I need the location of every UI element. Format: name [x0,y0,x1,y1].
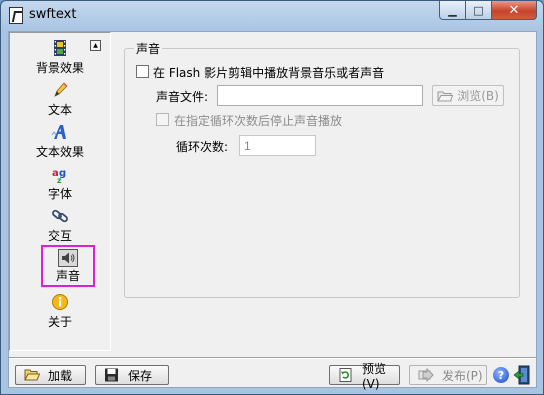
stop-after-loops-label: 在指定循环次数后停止声音播放 [174,114,343,128]
pencil-icon [51,81,69,99]
text-effect-icon [51,123,69,141]
stop-after-loops-checkbox[interactable] [156,113,169,126]
speaker-icon [58,249,78,267]
loop-count-input[interactable] [239,135,316,156]
open-folder-icon [24,368,41,382]
sidebar-item-label: 声音 [55,269,80,283]
sidebar-item-sound[interactable]: 声音 [41,245,95,287]
preview-button[interactable]: 预览(V) [329,362,400,391]
title-bar[interactable]: swftext ▁ □ ✕ [1,1,543,30]
folder-icon [437,89,454,103]
load-button[interactable]: 加载 [15,365,86,385]
sidebar-item-about[interactable]: 关于 [12,291,108,333]
save-button[interactable]: 保存 [95,365,169,385]
publish-icon [418,367,434,383]
sidebar-item-label: 交互 [47,229,72,243]
sidebar-item-label: 关于 [47,315,72,329]
preview-label: 预览(V) [362,361,387,391]
help-icon[interactable]: ? [493,367,509,383]
svg-text:z: z [57,176,62,183]
play-bg-music-label: 在 Flash 影片剪辑中播放背景音乐或者声音 [153,66,385,80]
publish-button[interactable]: 发布(P) [409,365,487,385]
exit-icon[interactable] [513,365,531,385]
group-title: 声音 [134,40,163,57]
floppy-disk-icon [104,368,120,382]
info-icon [51,293,69,311]
maximize-button[interactable]: □ [466,1,492,20]
sidebar-item-label: 文本效果 [35,145,84,159]
play-bg-music-checkbox[interactable] [136,65,149,78]
sidebar-item-background-effects[interactable]: 背景效果 [12,37,108,79]
sidebar-item-interaction[interactable]: 交互 [12,205,108,247]
browse-label: 浏览(B) [457,89,499,103]
preview-icon [338,368,354,382]
sound-settings-panel: 声音 在 Flash 影片剪辑中播放背景音乐或者声音 声音文件: 浏览(B) 在… [112,32,536,351]
publish-label: 发布(P) [442,368,483,383]
window-controls: ▁ □ ✕ [439,1,537,20]
bottom-divider [9,357,536,359]
loop-count-label: 循环次数: [176,140,229,154]
app-icon [9,7,23,24]
window-title: swftext [29,7,77,22]
browse-button[interactable]: 浏览(B) [432,85,504,106]
sidebar-item-label: 文本 [47,103,72,117]
save-label: 保存 [128,368,153,383]
sidebar-item-text-effects[interactable]: 文本效果 [12,121,108,163]
minimize-button[interactable]: ▁ [439,1,466,20]
load-label: 加载 [48,368,73,383]
sidebar: ▲ 背景效果 文本 文本效果 a g z 字体 交互 声音 关于 [9,32,111,351]
sound-file-label: 声音文件: [156,90,209,104]
sidebar-item-label: 字体 [47,187,72,201]
font-icon: a g z [51,165,69,185]
film-icon [51,39,69,57]
app-window: swftext ▁ □ ✕ ▲ 背景效果 文本 文本效果 a g z 字体 交互… [0,0,544,395]
close-button[interactable]: ✕ [492,1,537,20]
sound-file-input[interactable] [217,85,423,106]
sidebar-item-font[interactable]: a g z 字体 [12,163,108,205]
chain-link-icon [51,207,69,225]
client-area: ▲ 背景效果 文本 文本效果 a g z 字体 交互 声音 关于 声音 在 Fl… [8,31,537,391]
sidebar-item-label: 背景效果 [35,61,84,75]
sidebar-item-text[interactable]: 文本 [12,79,108,121]
